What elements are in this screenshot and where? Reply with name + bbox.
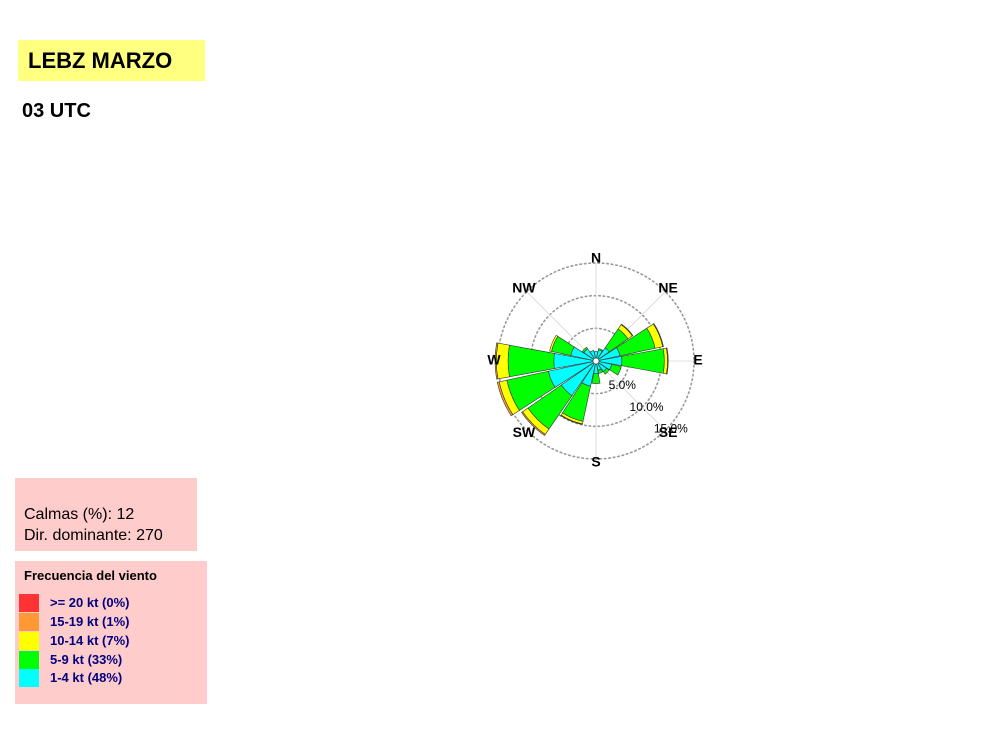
calms-label: Calmas (%): [24, 506, 113, 523]
summary-box: Calmas (%): 12 Dir. dominante: 270 [15, 478, 197, 551]
legend: Frecuencia del viento >= 20 kt (0%) 15-1… [15, 561, 207, 704]
rose-center [592, 357, 600, 365]
legend-title: Frecuencia del viento [24, 568, 157, 583]
legend-label: 10-14 kt (7%) [50, 633, 130, 648]
legend-swatch [19, 669, 39, 687]
ring-label: 15.0% [654, 422, 688, 436]
calms-value: 12 [116, 506, 135, 523]
legend-swatch [19, 632, 39, 650]
chart-subtitle: 03 UTC [22, 100, 91, 122]
legend-swatch [19, 651, 39, 669]
legend-label: 15-19 kt (1%) [50, 614, 130, 629]
legend-label: >= 20 kt (0%) [50, 595, 130, 610]
dominant-direction-value: 270 [136, 527, 163, 544]
rose-petals [494, 323, 669, 436]
direction-label: NW [512, 280, 536, 296]
legend-swatch [19, 594, 39, 612]
dominant-direction-label: Dir. dominante: [24, 527, 132, 544]
direction-label: NE [658, 280, 677, 296]
rose-petal [609, 364, 622, 376]
chart-title: LEBZ MARZO [18, 40, 205, 81]
direction-label: W [487, 352, 501, 368]
ring-label: 5.0% [609, 378, 637, 392]
legend-label: 5-9 kt (33%) [50, 652, 123, 667]
calms-line: Calmas (%): 12 [24, 504, 197, 525]
wind-rose: NNEESESSWWNW5.0%10.0%15.0% [487, 250, 702, 470]
direction-label: N [591, 250, 601, 266]
dominant-direction-line: Dir. dominante: 270 [24, 525, 197, 546]
direction-label: SW [513, 424, 536, 440]
legend-label: 1-4 kt (48%) [50, 670, 123, 685]
ring-label: 10.0% [630, 400, 664, 414]
legend-swatch [19, 613, 39, 631]
direction-label: E [693, 352, 702, 368]
direction-label: S [591, 454, 600, 470]
